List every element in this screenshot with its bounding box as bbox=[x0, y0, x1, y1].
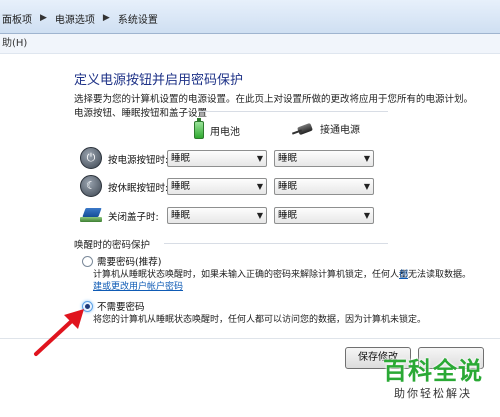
power-button-row: ⏻ 按电源按钮时: 睡眠 ▼ 睡眠 ▼ bbox=[80, 147, 380, 171]
column-label-plugged: 接通电源 bbox=[320, 125, 360, 136]
page-description: 选择要为您的计算机设置的电源设置。在此页上对设置所做的更改将应用于您所有的电源计… bbox=[74, 94, 474, 105]
no-password-description: 将您的计算机从睡眠状态唤醒时，任何人都可以访问您的数据，因为计算机未锁定。 bbox=[93, 315, 427, 325]
require-password-option[interactable]: 需要密码(推荐) bbox=[82, 254, 161, 268]
breadcrumb-power-options[interactable]: 电源选项 bbox=[53, 11, 97, 26]
sleep-button-row: ☾ 按休眠按钮时: 睡眠 ▼ 睡眠 ▼ bbox=[80, 175, 380, 199]
breadcrumb-system-settings[interactable]: 系统设置 bbox=[116, 11, 160, 26]
no-password-option[interactable]: 不需要密码 bbox=[82, 299, 145, 313]
menu-help[interactable]: 助(H) bbox=[2, 38, 27, 49]
chevron-down-icon: ▼ bbox=[256, 211, 263, 220]
close-lid-battery-select[interactable]: 睡眠 ▼ bbox=[167, 207, 267, 224]
breadcrumb-control-panel-items[interactable]: 面板项 bbox=[0, 11, 34, 26]
battery-icon bbox=[194, 118, 204, 139]
watermark-subtitle: 助你轻松解决 bbox=[394, 387, 472, 400]
menu-bar: 助(H) bbox=[0, 34, 500, 54]
laptop-lid-icon bbox=[80, 206, 104, 224]
close-lid-label: 关闭盖子时: bbox=[108, 212, 159, 223]
power-button-label: 按电源按钮时: bbox=[108, 155, 169, 166]
chevron-down-icon: ▼ bbox=[363, 182, 370, 191]
column-header-battery: 用电池 bbox=[194, 118, 240, 139]
watermark-logo: 百科全说 助你轻松解决 bbox=[368, 356, 498, 414]
address-bar: 面板项 ▶ 电源选项 ▶ 系统设置 bbox=[0, 0, 500, 34]
column-label-battery: 用电池 bbox=[210, 126, 240, 138]
power-button-plugged-select[interactable]: 睡眠 ▼ bbox=[274, 150, 374, 167]
select-value: 睡眠 bbox=[278, 210, 298, 221]
power-plug-icon bbox=[292, 123, 314, 135]
section-divider bbox=[164, 243, 388, 244]
power-button-battery-select[interactable]: 睡眠 ▼ bbox=[167, 150, 267, 167]
close-lid-plugged-select[interactable]: 睡眠 ▼ bbox=[274, 207, 374, 224]
system-settings-window: 面板项 ▶ 电源选项 ▶ 系统设置 助(H) 定义电源按钮并启用密码保护 选择要… bbox=[0, 0, 500, 417]
change-password-link[interactable]: 建或更改用户帐户密码 bbox=[93, 279, 183, 292]
change-password-link-start[interactable]: 创 bbox=[399, 267, 408, 280]
no-password-label: 不需要密码 bbox=[97, 302, 145, 313]
breadcrumb: 面板项 ▶ 电源选项 ▶ 系统设置 bbox=[0, 10, 160, 26]
red-arrow-annotation-icon bbox=[34, 309, 84, 356]
breadcrumb-separator-icon[interactable]: ▶ bbox=[34, 13, 53, 23]
chevron-down-icon: ▼ bbox=[363, 211, 370, 220]
select-value: 睡眠 bbox=[278, 181, 298, 192]
require-password-radio[interactable] bbox=[82, 255, 93, 267]
breadcrumb-separator-icon[interactable]: ▶ bbox=[97, 13, 116, 23]
sleep-button-label: 按休眠按钮时: bbox=[108, 183, 169, 194]
close-lid-row: 关闭盖子时: 睡眠 ▼ 睡眠 ▼ bbox=[80, 204, 380, 228]
chevron-down-icon: ▼ bbox=[256, 182, 263, 191]
section-divider bbox=[200, 111, 388, 112]
select-value: 睡眠 bbox=[171, 153, 191, 164]
require-password-label: 需要密码(推荐) bbox=[97, 257, 162, 268]
select-value: 睡眠 bbox=[278, 153, 298, 164]
sleep-button-battery-select[interactable]: 睡眠 ▼ bbox=[167, 178, 267, 195]
sleep-button-plugged-select[interactable]: 睡眠 ▼ bbox=[274, 178, 374, 195]
password-section-heading: 唤醒时的密码保护 bbox=[74, 240, 151, 251]
sleep-icon: ☾ bbox=[80, 175, 102, 197]
power-icon: ⏻ bbox=[80, 147, 102, 169]
chevron-down-icon: ▼ bbox=[256, 154, 263, 163]
select-value: 睡眠 bbox=[171, 210, 191, 221]
page-title: 定义电源按钮并启用密码保护 bbox=[74, 73, 244, 88]
power-section-heading: 电源按钮、睡眠按钮和盖子设置 bbox=[74, 108, 208, 119]
chevron-down-icon: ▼ bbox=[363, 154, 370, 163]
watermark-title: 百科全说 bbox=[383, 357, 483, 385]
column-header-plugged: 接通电源 bbox=[292, 121, 360, 136]
select-value: 睡眠 bbox=[171, 181, 191, 192]
